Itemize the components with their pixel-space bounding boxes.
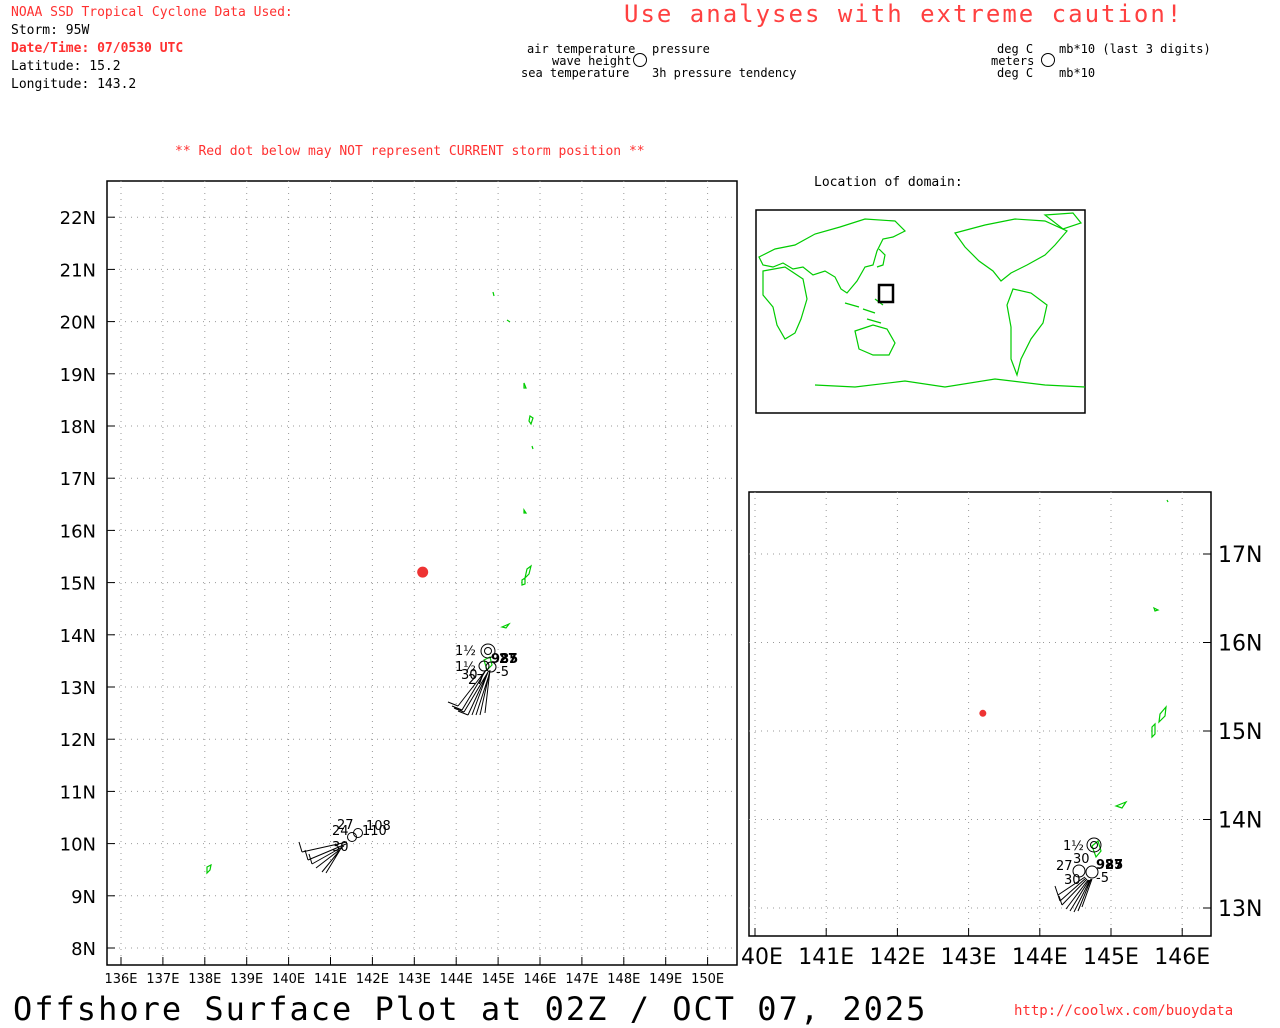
lon-tick-label: 144E: [440, 972, 473, 987]
lon-tick-label: 145E: [482, 972, 515, 987]
zoom-lat-tick-label: 15N: [1218, 720, 1262, 745]
lat-tick-label: 10N: [60, 835, 96, 856]
island-agrihan: [523, 382, 527, 389]
zoom-obs-temp-3: 30: [1064, 873, 1081, 888]
zoom-obs-tendency: -5: [1096, 871, 1109, 886]
obs-tendency: -5: [496, 665, 509, 680]
lon-tick-label: 138E: [188, 972, 221, 987]
zoom-lat-tick-label: 14N: [1218, 809, 1262, 834]
lat-tick-label: 21N: [60, 260, 96, 281]
zoom-tick-labels: 140E 141E 142E 143E 144E 145E 146E 13N 14N 15N 16N…: [740, 543, 1262, 970]
storm-position-dot[interactable]: [417, 566, 429, 578]
zoom-obs-air-temp: 30: [1073, 852, 1090, 867]
lat-tick-label: 19N: [60, 365, 96, 386]
lon-tick-label: 141E: [314, 972, 347, 987]
zoom-lon-tick-label: 146E: [1154, 945, 1210, 970]
lat-tick-label: 22N: [60, 208, 96, 229]
island-rota-zoom: [1114, 800, 1128, 809]
legend-unit-pressure: mb*10 (last 3 digits): [1059, 42, 1211, 56]
inset-frame: [755, 209, 1086, 414]
zoom-lon-tick-label: 143E: [941, 945, 997, 970]
lon-tick-label: 137E: [146, 972, 179, 987]
lat-tick-label: 14N: [60, 626, 96, 647]
lon-tick-label: 147E: [565, 972, 598, 987]
lon-tick-label: 142E: [356, 972, 389, 987]
storm-latitude: Latitude: 15.2: [11, 59, 121, 74]
island-rota: [500, 622, 511, 629]
source-url-link[interactable]: http://coolwx.com/buoydata: [1014, 1003, 1233, 1019]
lon-tick-label: 148E: [607, 972, 640, 987]
lon-tick-label: 136E: [104, 972, 137, 987]
island-pagan: [528, 415, 534, 426]
lat-tick-label: 9N: [71, 887, 96, 908]
lon-tick-label: 150E: [691, 972, 724, 987]
zoom-lon-tick-label: 140E: [740, 945, 783, 970]
obs-south-pressure-2: 110: [362, 824, 387, 839]
island-anatahan-zoom: [1166, 499, 1169, 503]
storm-datetime: Date/Time: 07/0530 UTC: [11, 41, 184, 56]
station-circle-icon: [633, 53, 647, 67]
lat-tick-label: 12N: [60, 730, 96, 751]
lat-tick-label: 18N: [60, 417, 96, 438]
inset-world-map: [755, 209, 1086, 414]
zoom-lat-tick-label: 17N: [1218, 543, 1262, 568]
obs-south-temp-3: 30: [332, 840, 349, 855]
lat-tick-label: 17N: [60, 469, 96, 490]
wind-barb-feathers: [298, 841, 313, 865]
main-tick-labels: 136E 137E 138E 139E 140E 141E 142E 143E 144E 145E…: [60, 208, 724, 987]
obs-sea-temp: 27: [468, 673, 485, 688]
storm-longitude: Longitude: 143.2: [11, 77, 137, 92]
zoom-lat-tick-label: 13N: [1218, 897, 1262, 922]
lat-tick-label: 16N: [60, 521, 96, 542]
main-map[interactable]: 136E 137E 138E 139E 140E 141E 142E 143E 144E 145E…: [0, 170, 745, 990]
obs-south-sea-temp: 24: [332, 824, 349, 839]
lat-tick-label: 13N: [60, 678, 96, 699]
unit-circle-icon: [1041, 53, 1055, 67]
lat-tick-label: 15N: [60, 574, 96, 595]
legend-sea-temp: sea temperature: [521, 66, 630, 80]
island-yap: [206, 863, 212, 875]
zoom-lon-tick-label: 141E: [798, 945, 854, 970]
zoom-lon-tick-label: 142E: [869, 945, 925, 970]
source-label: NOAA SSD Tropical Cyclone Data Used:: [11, 5, 293, 20]
lon-tick-label: 143E: [398, 972, 431, 987]
plot-title: Offshore Surface Plot at 02Z / OCT 07, 2…: [13, 990, 928, 1028]
island-maug: [506, 319, 511, 323]
inset-title: Location of domain:: [814, 175, 963, 190]
island-alamagan: [531, 445, 534, 450]
island-farallon: [492, 291, 495, 297]
caution-warning: Use analyses with extreme caution!: [624, 0, 1184, 28]
wind-barb-feathers: [447, 701, 469, 716]
lon-tick-label: 146E: [523, 972, 556, 987]
island-agrihan-zoom: [1152, 606, 1160, 612]
south-station-text: 27 24 108 110 30: [332, 818, 391, 855]
zoom-lon-tick-label: 145E: [1083, 945, 1139, 970]
lon-tick-label: 149E: [649, 972, 682, 987]
main-coastlines: [206, 291, 534, 875]
lon-tick-label: 140E: [272, 972, 305, 987]
obs-wave: 1½: [455, 644, 476, 659]
island-saipan-tinian: [521, 564, 532, 586]
lat-tick-label: 8N: [71, 939, 96, 960]
lon-tick-label: 139E: [230, 972, 263, 987]
legend-unit-sea: deg C: [997, 66, 1034, 80]
storm-id: Storm: 95W: [11, 23, 90, 38]
red-dot-note: ** Red dot below may NOT represent CURRE…: [175, 144, 645, 159]
legend-unit-tendency: mb*10: [1059, 66, 1096, 80]
zoom-lon-tick-label: 144E: [1012, 945, 1068, 970]
island-anatahan: [523, 508, 528, 514]
station-circle-icon: [478, 660, 490, 672]
lat-tick-label: 20N: [60, 313, 96, 334]
island-saipan-tinian-zoom: [1151, 705, 1167, 739]
zoom-map[interactable]: 140E 141E 142E 143E 144E 145E 146E 13N 14N 15N 16N…: [740, 485, 1280, 975]
wind-barb-feathers: [1054, 885, 1063, 906]
legend-pressure: pressure: [652, 42, 710, 56]
legend-pressure-tendency: 3h pressure tendency: [652, 66, 797, 80]
zoom-obs-sea-temp: 27: [1056, 859, 1073, 874]
zoom-storm-position-dot[interactable]: [979, 709, 987, 717]
zoom-lat-tick-label: 16N: [1218, 632, 1262, 657]
lat-tick-label: 11N: [60, 782, 96, 803]
